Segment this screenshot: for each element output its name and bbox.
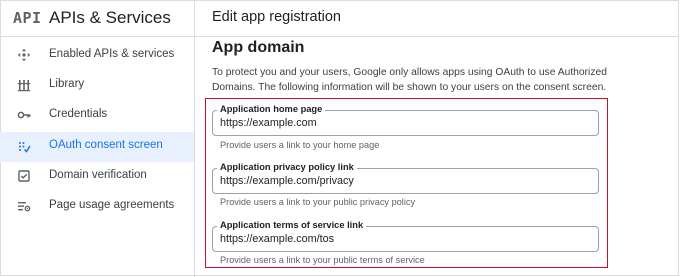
sidebar-item-oauth-consent[interactable]: OAuth consent screen <box>0 132 194 162</box>
section-description: To protect you and your users, Google on… <box>212 67 607 93</box>
api-logo: API <box>13 9 42 27</box>
home-page-label: Application home page <box>217 103 326 115</box>
settings-list-icon <box>17 199 31 213</box>
terms-of-service-input[interactable] <box>220 233 590 245</box>
home-page-input[interactable] <box>220 117 590 129</box>
sidebar-item-credentials[interactable]: Credentials <box>0 101 194 131</box>
diamond-arrows-icon <box>17 48 31 62</box>
sidebar-item-label: Domain verification <box>49 169 147 181</box>
home-page-field[interactable]: Application home page <box>212 103 599 136</box>
sidebar-title: APIs & Services <box>49 8 171 27</box>
sidebar-item-label: Enabled APIs & services <box>49 48 175 60</box>
terms-of-service-hint: Provide users a link to your public term… <box>220 255 425 265</box>
sidebar-item-label: Credentials <box>49 108 108 120</box>
home-page-hint: Provide users a link to your home page <box>220 140 380 150</box>
privacy-policy-label: Application privacy policy link <box>217 161 357 173</box>
sidebar-item-label: Library <box>49 78 85 90</box>
checkbox-icon <box>17 169 31 183</box>
sidebar-item-label: Page usage agreements <box>49 199 175 211</box>
page-title: Edit app registration <box>212 9 341 25</box>
section-title: App domain <box>212 39 305 56</box>
terms-of-service-field[interactable]: Application terms of service link <box>212 219 599 252</box>
sidebar-item-label: OAuth consent screen <box>49 139 163 151</box>
sidebar-item-library[interactable]: Library <box>0 71 194 101</box>
key-icon <box>17 108 31 122</box>
sidebar: API APIs & Services Enabled APIs & servi… <box>0 0 195 277</box>
sidebar-item-page-usage[interactable]: Page usage agreements <box>0 192 194 222</box>
terms-of-service-label: Application terms of service link <box>217 219 367 231</box>
consent-icon <box>17 139 31 153</box>
page-header: Edit app registration <box>195 0 679 37</box>
sidebar-item-domain-verification[interactable]: Domain verification <box>0 162 194 192</box>
privacy-policy-field[interactable]: Application privacy policy link <box>212 161 599 194</box>
sidebar-item-enabled-apis[interactable]: Enabled APIs & services <box>0 41 194 71</box>
privacy-policy-hint: Provide users a link to your public priv… <box>220 197 416 207</box>
sidebar-header: API APIs & Services <box>0 0 194 37</box>
privacy-policy-input[interactable] <box>220 175 590 187</box>
library-icon <box>17 78 31 92</box>
